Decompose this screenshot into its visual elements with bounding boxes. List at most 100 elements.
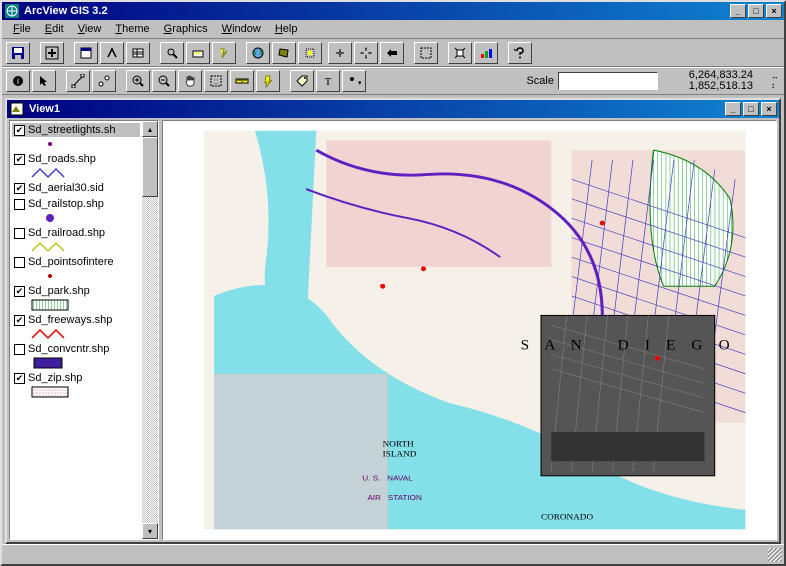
layer-symbol xyxy=(30,241,70,253)
view-title: View1 xyxy=(29,103,723,115)
layer-row[interactable]: Sd_railstop.shp xyxy=(12,197,140,211)
layer-item[interactable]: ✔ Sd_streetlights.sh xyxy=(12,123,140,150)
layer-row[interactable]: Sd_convcntr.shp xyxy=(12,342,140,356)
layer-item[interactable]: ✔ Sd_zip.shp xyxy=(12,371,140,398)
locate-button[interactable] xyxy=(186,42,210,64)
zoom-active-button[interactable] xyxy=(272,42,296,64)
menubar: File Edit View Theme Graphics Window Hel… xyxy=(2,20,784,39)
layer-row[interactable]: ✔ Sd_streetlights.sh xyxy=(12,123,140,137)
layer-item[interactable]: ✔ Sd_park.shp xyxy=(12,284,140,311)
layer-symbol xyxy=(30,328,70,340)
menu-window[interactable]: Window xyxy=(215,21,268,37)
zoom-out-button[interactable] xyxy=(354,42,378,64)
scroll-track[interactable] xyxy=(142,137,158,523)
close-button[interactable]: × xyxy=(766,4,782,18)
layer-row[interactable]: Sd_railroad.shp xyxy=(12,226,140,240)
minimize-button[interactable]: _ xyxy=(730,4,746,18)
layer-row[interactable]: ✔ Sd_roads.shp xyxy=(12,152,140,166)
zoom-in-button[interactable] xyxy=(328,42,352,64)
chart-button[interactable] xyxy=(474,42,498,64)
layer-item[interactable]: ✔ Sd_roads.shp xyxy=(12,152,140,179)
view-minimize-button[interactable]: _ xyxy=(725,102,741,116)
pan-tool[interactable] xyxy=(178,70,202,92)
svg-text:S A N D I E G O: S A N D I E G O xyxy=(521,338,736,354)
layer-checkbox[interactable]: ✔ xyxy=(14,154,25,165)
layer-item[interactable]: Sd_pointsofintere xyxy=(12,255,140,282)
view-close-button[interactable]: × xyxy=(761,102,777,116)
scroll-thumb[interactable] xyxy=(142,137,158,197)
layer-name: Sd_convcntr.shp xyxy=(28,343,109,355)
scroll-down-button[interactable]: ▾ xyxy=(142,523,158,539)
table-button[interactable] xyxy=(126,42,150,64)
map-canvas[interactable]: S A N D I E G O NORTH ISLAND U. S. NAVAL… xyxy=(162,120,777,540)
layer-checkbox[interactable]: ✔ xyxy=(14,315,25,326)
layer-name: Sd_railroad.shp xyxy=(28,227,105,239)
help-button[interactable] xyxy=(508,42,532,64)
resize-grip[interactable] xyxy=(768,548,782,562)
menu-graphics[interactable]: Graphics xyxy=(157,21,215,37)
menu-theme[interactable]: Theme xyxy=(108,21,156,37)
layer-checkbox[interactable] xyxy=(14,257,25,268)
layer-symbol xyxy=(30,299,70,311)
layer-checkbox[interactable]: ✔ xyxy=(14,286,25,297)
layer-row[interactable]: ✔ Sd_freeways.shp xyxy=(12,313,140,327)
find-button[interactable] xyxy=(160,42,184,64)
zoom-in-tool[interactable] xyxy=(126,70,150,92)
select-tool[interactable]: :: xyxy=(204,70,228,92)
layer-checkbox[interactable] xyxy=(14,344,25,355)
view-icon xyxy=(9,101,25,117)
zoom-previous-button[interactable] xyxy=(380,42,404,64)
svg-text:i: i xyxy=(17,76,19,86)
label-tool[interactable] xyxy=(290,70,314,92)
app-title: ArcView GIS 3.2 xyxy=(24,5,728,17)
coordinates-readout: 6,264,833.24 1,852,518.13 xyxy=(662,70,767,92)
layer-name: Sd_roads.shp xyxy=(28,153,96,165)
save-button[interactable] xyxy=(6,42,30,64)
layer-item[interactable]: ✔ Sd_aerial30.sid xyxy=(12,181,140,195)
identify-tool[interactable]: i xyxy=(6,70,30,92)
draw-tool[interactable]: ▾ xyxy=(342,70,366,92)
node-tool[interactable] xyxy=(92,70,116,92)
svg-text:NORTH: NORTH xyxy=(383,439,415,449)
geoprocess-button[interactable] xyxy=(448,42,472,64)
vertex-tool[interactable] xyxy=(66,70,90,92)
maximize-button[interactable]: □ xyxy=(748,4,764,18)
layer-checkbox[interactable] xyxy=(14,228,25,239)
layer-row[interactable]: ✔ Sd_zip.shp xyxy=(12,371,140,385)
layer-checkbox[interactable]: ✔ xyxy=(14,373,25,384)
legend-editor-button[interactable] xyxy=(100,42,124,64)
layer-row[interactable]: ✔ Sd_aerial30.sid xyxy=(12,181,140,195)
zoom-selected-button[interactable] xyxy=(298,42,322,64)
menu-edit[interactable]: Edit xyxy=(38,21,71,37)
zoom-full-button[interactable] xyxy=(246,42,270,64)
layer-name: Sd_zip.shp xyxy=(28,372,82,384)
scroll-up-button[interactable]: ▴ xyxy=(142,121,158,137)
toolbar-1 xyxy=(2,39,784,67)
view-maximize-button[interactable]: □ xyxy=(743,102,759,116)
scale-input[interactable] xyxy=(558,72,658,90)
theme-properties-button[interactable] xyxy=(74,42,98,64)
toc-scrollbar[interactable]: ▴ ▾ xyxy=(142,121,158,539)
layer-item[interactable]: ✔ Sd_freeways.shp xyxy=(12,313,140,340)
hotlink-tool[interactable] xyxy=(256,70,280,92)
query-builder-button[interactable] xyxy=(212,42,236,64)
svg-text:▾: ▾ xyxy=(358,80,361,87)
layer-checkbox[interactable]: ✔ xyxy=(14,183,25,194)
layer-name: Sd_railstop.shp xyxy=(28,198,104,210)
layer-item[interactable]: Sd_convcntr.shp xyxy=(12,342,140,369)
select-none-button[interactable] xyxy=(414,42,438,64)
menu-file[interactable]: File xyxy=(6,21,38,37)
pointer-tool[interactable] xyxy=(32,70,56,92)
layer-item[interactable]: Sd_railstop.shp xyxy=(12,197,140,224)
layer-checkbox[interactable] xyxy=(14,199,25,210)
zoom-out-tool[interactable] xyxy=(152,70,176,92)
layer-row[interactable]: Sd_pointsofintere xyxy=(12,255,140,269)
menu-help[interactable]: Help xyxy=(268,21,305,37)
layer-row[interactable]: ✔ Sd_park.shp xyxy=(12,284,140,298)
layer-item[interactable]: Sd_railroad.shp xyxy=(12,226,140,253)
text-tool[interactable]: T xyxy=(316,70,340,92)
measure-tool[interactable] xyxy=(230,70,254,92)
add-theme-button[interactable] xyxy=(40,42,64,64)
menu-view[interactable]: View xyxy=(71,21,109,37)
layer-checkbox[interactable]: ✔ xyxy=(14,125,25,136)
